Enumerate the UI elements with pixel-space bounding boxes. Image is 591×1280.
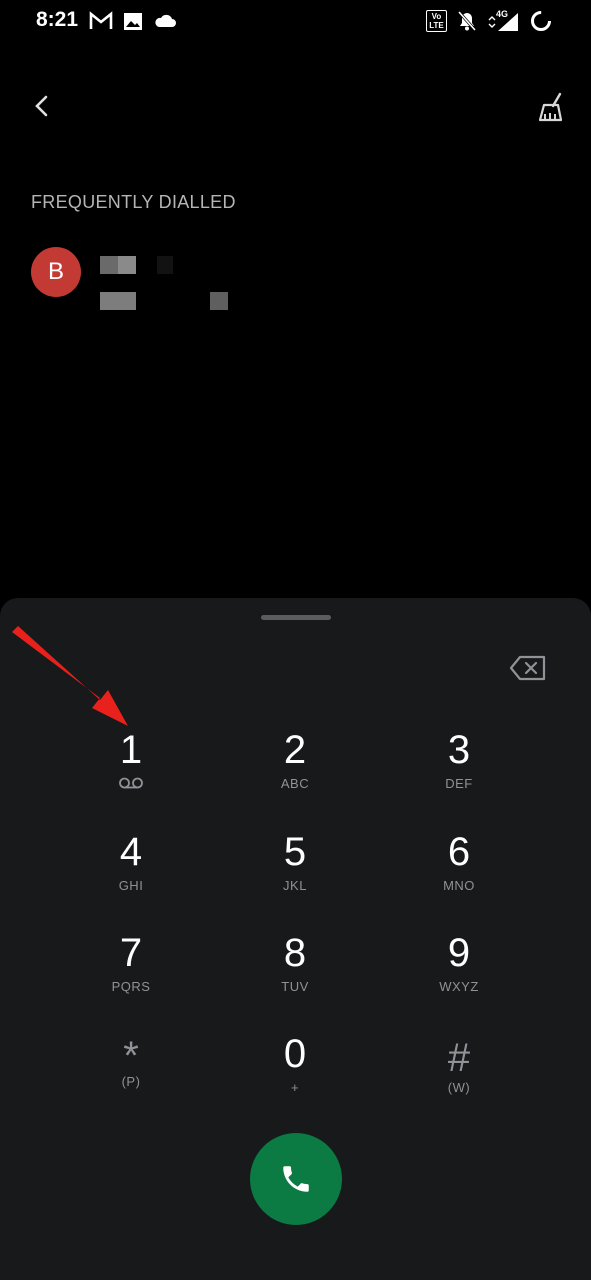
redacted-name-block	[118, 256, 136, 274]
battery-icon	[531, 11, 551, 31]
dial-key-8[interactable]: 8 TUV	[235, 929, 355, 1019]
key-digit: 8	[283, 931, 307, 975]
redacted-name-block	[157, 256, 173, 274]
key-letters: GHI	[118, 878, 144, 893]
key-letters: TUV	[281, 979, 309, 994]
gmail-icon	[89, 11, 113, 29]
key-digit: 2	[283, 728, 307, 772]
key-digit: 3	[447, 728, 471, 772]
key-digit: 9	[447, 931, 471, 975]
phone-icon	[283, 1166, 309, 1192]
dial-key-5[interactable]: 5 JKL	[235, 828, 355, 918]
dial-key-0[interactable]: 0 +	[235, 1030, 355, 1120]
dial-key-4[interactable]: 4 GHI	[71, 828, 191, 918]
annotation-arrow	[12, 626, 128, 726]
dial-key-9[interactable]: 9 WXYZ	[399, 929, 519, 1019]
dial-key-7[interactable]: 7 PQRS	[71, 929, 191, 1019]
redacted-name-block	[100, 256, 118, 274]
key-letters: JKL	[283, 878, 307, 893]
key-letters: PQRS	[111, 979, 151, 994]
key-letters: DEF	[445, 776, 473, 791]
dial-key-2[interactable]: 2 ABC	[235, 726, 355, 816]
key-letters: (W)	[447, 1080, 471, 1095]
key-digit: 0	[283, 1032, 307, 1076]
redacted-number-block	[210, 292, 228, 310]
cloud-icon	[155, 14, 176, 27]
dial-key-6[interactable]: 6 MNO	[399, 828, 519, 918]
key-digit: *	[123, 1034, 139, 1078]
key-letters: MNO	[443, 878, 475, 893]
drag-handle[interactable]	[261, 615, 331, 620]
frequently-dialled-heading: FREQUENTLY DIALLED	[31, 192, 236, 212]
contact-avatar: B	[31, 247, 81, 297]
status-time: 8:21	[36, 8, 79, 31]
mute-icon	[457, 11, 477, 31]
dial-key-3[interactable]: 3 DEF	[399, 726, 519, 816]
key-letters: WXYZ	[439, 979, 479, 994]
key-letters: ABC	[280, 776, 310, 791]
key-letters: +	[290, 1080, 300, 1095]
key-digit: 7	[119, 931, 143, 975]
key-digit: 5	[283, 830, 307, 874]
volte-icon: Vo LTE	[426, 10, 447, 32]
broom-icon[interactable]	[530, 88, 570, 128]
frequent-contact-row[interactable]: B	[0, 238, 591, 318]
status-bar: 8:21 Vo LTE 4G	[0, 0, 591, 44]
signal-icon	[488, 13, 518, 31]
key-digit: 6	[447, 830, 471, 874]
dial-key-hash[interactable]: # (W)	[399, 1034, 519, 1124]
call-button[interactable]	[250, 1133, 342, 1225]
voicemail-icon	[119, 777, 143, 789]
redacted-number-block	[100, 292, 136, 310]
key-digit: 4	[119, 830, 143, 874]
key-digit: #	[447, 1036, 471, 1080]
backspace-icon[interactable]	[508, 652, 548, 684]
dial-key-star[interactable]: * (P)	[71, 1032, 191, 1122]
back-arrow-icon[interactable]	[24, 88, 60, 124]
key-letters: (P)	[121, 1074, 141, 1089]
image-icon	[124, 13, 142, 30]
